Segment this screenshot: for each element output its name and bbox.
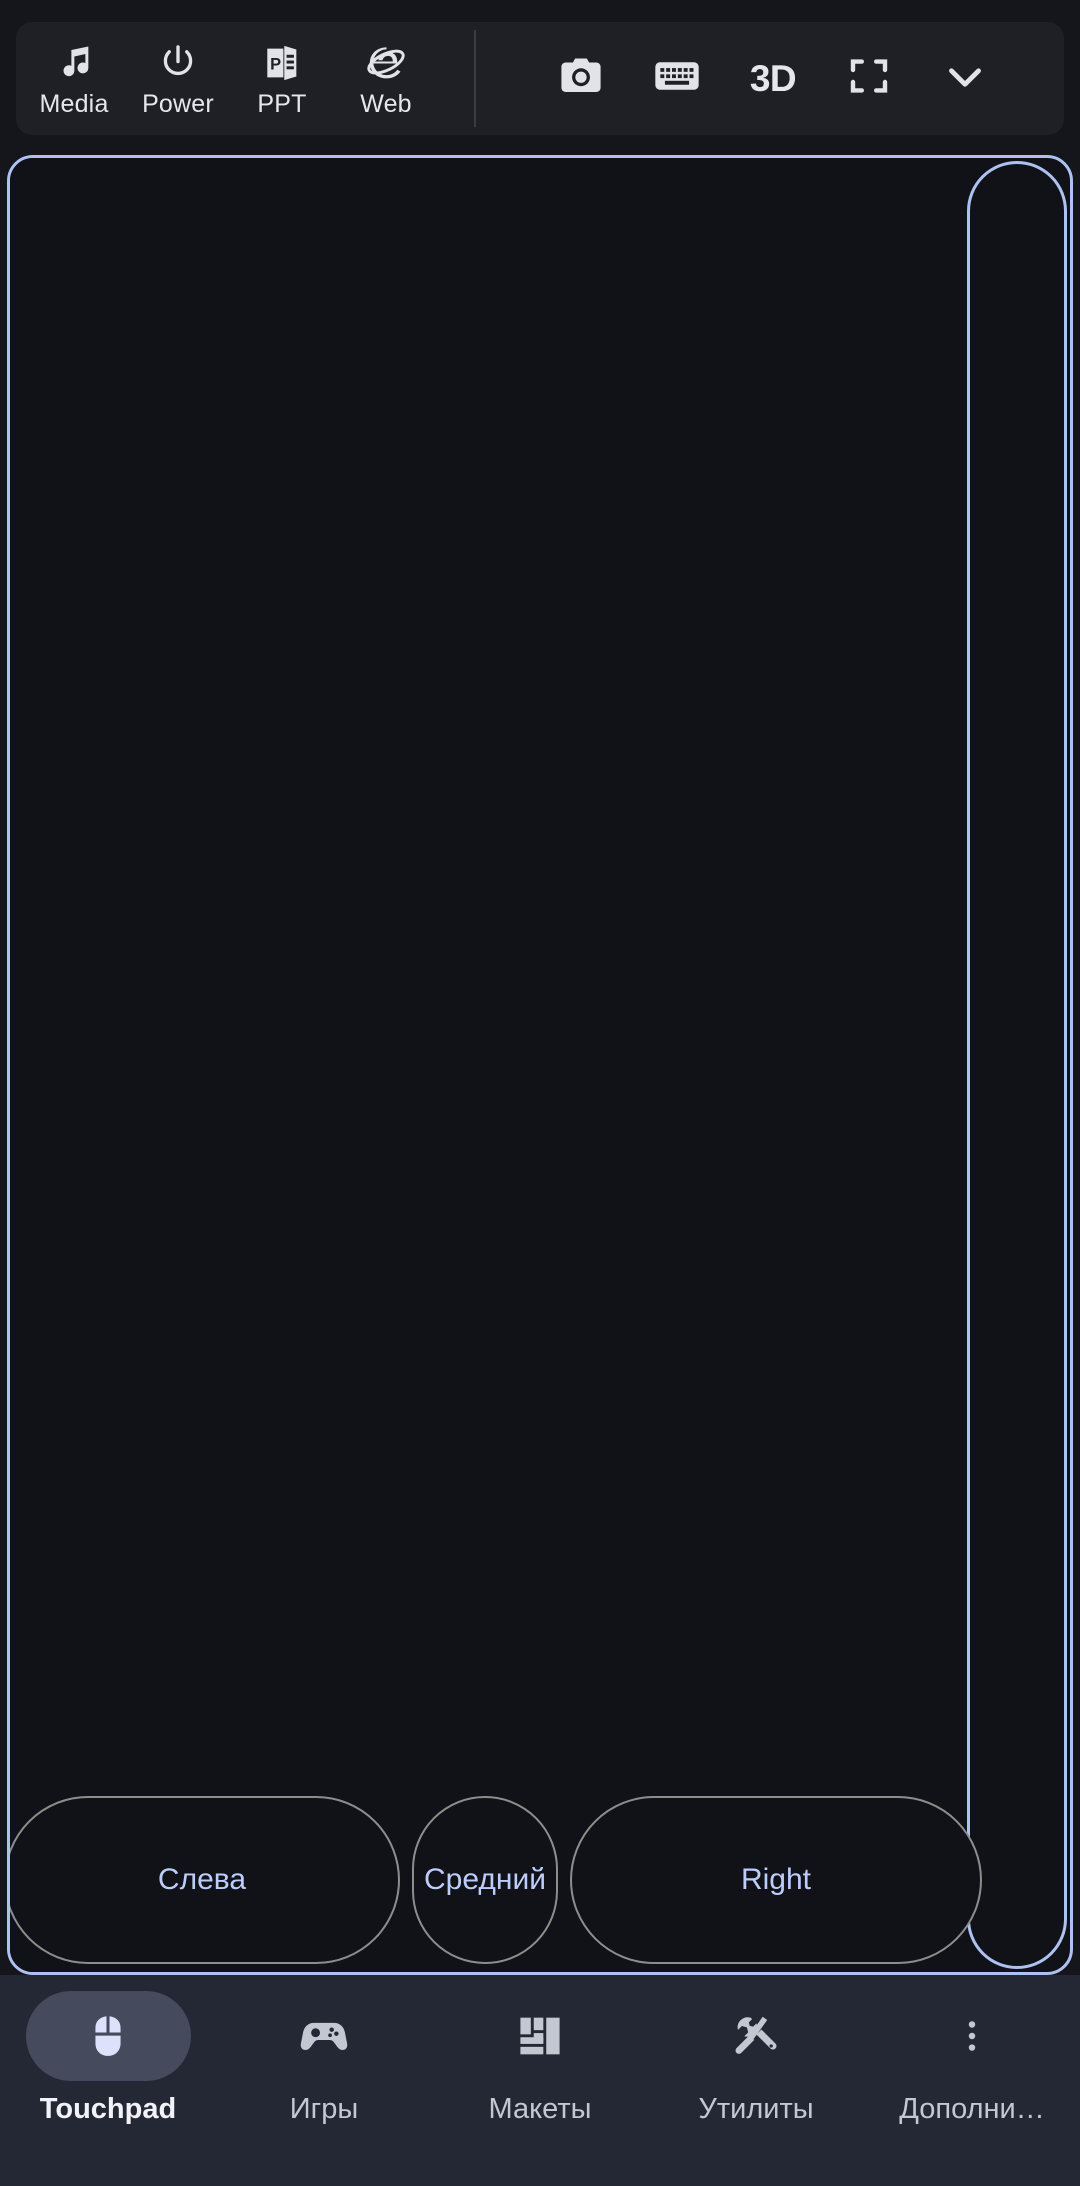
- music-note-icon: [53, 40, 95, 86]
- powerpoint-icon: P: [261, 40, 303, 86]
- touchpad-frame: Слева Средний Right: [7, 155, 1073, 1975]
- shortcut-ppt[interactable]: P PPT: [230, 22, 334, 135]
- mouse-left-button[interactable]: Слева: [10, 1796, 400, 1964]
- internet-explorer-icon: [364, 40, 408, 86]
- shortcut-media[interactable]: Media: [22, 22, 126, 135]
- keyboard-button[interactable]: [646, 48, 708, 110]
- nav-item-layouts[interactable]: Макеты: [432, 1991, 648, 2124]
- svg-text:P: P: [270, 55, 281, 73]
- nav-item-touchpad[interactable]: Touchpad: [0, 1991, 216, 2124]
- keyboard-icon: [652, 51, 702, 106]
- shortcut-ppt-label: PPT: [257, 90, 307, 118]
- nav-item-layouts-label: Макеты: [488, 2093, 592, 2125]
- shortcut-power-label: Power: [142, 90, 214, 118]
- nav-item-games-label: Игры: [289, 2093, 359, 2125]
- nav-item-touchpad-label: Touchpad: [39, 2093, 177, 2125]
- nav-item-utilities-label: Утилиты: [698, 2093, 814, 2125]
- nav-item-games[interactable]: Игры: [216, 1991, 432, 2124]
- mouse-icon: [25, 1991, 191, 2081]
- screenshot-button[interactable]: [550, 48, 612, 110]
- nav-item-utilities[interactable]: Утилиты: [648, 1991, 864, 2124]
- fullscreen-icon: [845, 52, 893, 105]
- top-toolbar: Media Power P PPT Web 3D: [0, 0, 1080, 155]
- tools-icon: [674, 1991, 839, 2081]
- chevron-down-icon: [940, 51, 990, 106]
- mouse-middle-button[interactable]: Средний: [412, 1796, 558, 1964]
- mouse-buttons-row: Слева Средний Right: [10, 1796, 982, 1964]
- power-icon: [157, 40, 199, 86]
- toolbar-actions: 3D: [476, 22, 1064, 135]
- vertical-scroll-strip[interactable]: [967, 161, 1067, 1969]
- fullscreen-button[interactable]: [838, 48, 900, 110]
- nav-item-more-label: Дополни…: [899, 2093, 1045, 2125]
- mouse-right-button[interactable]: Right: [569, 1796, 982, 1964]
- collapse-toolbar-button[interactable]: [934, 48, 996, 110]
- gamepad-icon: [242, 1991, 407, 2081]
- toolbar-panel: Media Power P PPT Web 3D: [16, 22, 1064, 135]
- touchpad-area: Слева Средний Right: [0, 155, 1080, 1975]
- more-vertical-icon: [890, 1991, 1055, 2081]
- toolbar-shortcuts: Media Power P PPT Web: [16, 22, 438, 135]
- nav-item-more[interactable]: Дополни…: [864, 1991, 1080, 2124]
- shortcut-media-label: Media: [39, 90, 109, 118]
- shortcut-web-label: Web: [360, 90, 412, 118]
- remote-control-app: Media Power P PPT Web 3D Слева Средний R…: [0, 0, 1080, 2186]
- 3d-mode-button[interactable]: 3D: [742, 48, 804, 110]
- layouts-icon: [458, 1991, 623, 2081]
- 3d-icon: 3D: [749, 58, 797, 99]
- bottom-navigation: Touchpad Игры Макеты Утилиты Дополни…: [0, 1975, 1080, 2186]
- shortcut-power[interactable]: Power: [126, 22, 230, 135]
- shortcut-web[interactable]: Web: [334, 22, 438, 135]
- touchpad-surface[interactable]: [10, 158, 963, 1972]
- camera-icon: [556, 51, 606, 106]
